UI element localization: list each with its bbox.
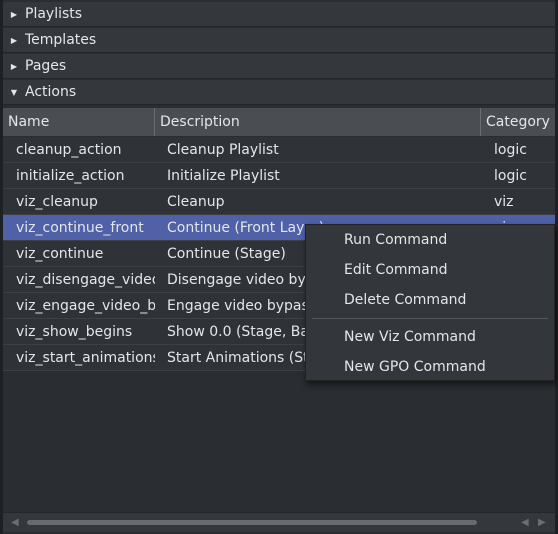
cell-name: viz_cleanup <box>16 193 98 210</box>
collapsed-arrow-icon[interactable]: ▶ <box>3 62 25 71</box>
menu-item-run-command[interactable]: Run Command <box>306 225 554 255</box>
cell-category: logic <box>494 141 527 158</box>
cell-category: logic <box>494 167 527 184</box>
cell-name: viz_disengage_video_ <box>16 271 155 288</box>
section-label: Playlists <box>25 6 83 22</box>
column-header-category[interactable]: Category <box>481 108 550 136</box>
cell-name: cleanup_action <box>16 141 122 158</box>
cell-name: viz_start_animations <box>16 349 155 366</box>
cell-description: Cleanup <box>167 193 225 210</box>
menu-separator <box>312 318 548 319</box>
table-row[interactable]: initialize_action Initialize Playlist logi… <box>3 163 555 189</box>
cell-name: viz_show_begins <box>16 323 133 340</box>
cell-name: viz_engage_video_by <box>16 297 155 314</box>
scroll-left-end-icon[interactable]: ◀ <box>521 517 529 528</box>
section-label: Templates <box>25 32 97 48</box>
horizontal-scrollbar[interactable]: ◀ ◀ ▶ <box>3 512 555 532</box>
section-pages[interactable]: ▶ Pages <box>3 54 555 79</box>
cell-name: viz_continue_front <box>16 219 144 236</box>
cell-name: viz_continue <box>16 245 104 262</box>
section-label: Pages <box>25 58 67 74</box>
section-label: Actions <box>25 84 77 100</box>
scroll-left-icon[interactable]: ◀ <box>11 517 19 528</box>
expanded-arrow-icon[interactable]: ▼ <box>3 88 25 97</box>
collapsed-arrow-icon[interactable]: ▶ <box>3 10 25 19</box>
section-actions[interactable]: ▼ Actions <box>3 80 555 105</box>
menu-item-edit-command[interactable]: Edit Command <box>306 255 554 285</box>
menu-item-new-gpo-command[interactable]: New GPO Command <box>306 352 554 382</box>
menu-item-new-viz-command[interactable]: New Viz Command <box>306 322 554 352</box>
table-row[interactable]: cleanup_action Cleanup Playlist logic <box>3 137 555 163</box>
column-header-name[interactable]: Name <box>3 108 155 136</box>
column-header-description[interactable]: Description <box>155 108 481 136</box>
table-header: Name Description Category <box>3 108 555 136</box>
collapsed-arrow-icon[interactable]: ▶ <box>3 36 25 45</box>
cell-name: initialize_action <box>16 167 125 184</box>
section-templates[interactable]: ▶ Templates <box>3 28 555 53</box>
cell-description: Cleanup Playlist <box>167 141 279 158</box>
scrollbar-thumb[interactable] <box>27 520 477 525</box>
scroll-right-icon[interactable]: ▶ <box>538 517 546 528</box>
menu-item-delete-command[interactable]: Delete Command <box>306 285 554 315</box>
context-menu: Run Command Edit Command Delete Command … <box>305 224 555 381</box>
cell-description: Initialize Playlist <box>167 167 280 184</box>
table-row[interactable]: viz_cleanup Cleanup viz <box>3 189 555 215</box>
cell-category: viz <box>494 193 514 210</box>
section-playlists[interactable]: ▶ Playlists <box>3 2 555 27</box>
